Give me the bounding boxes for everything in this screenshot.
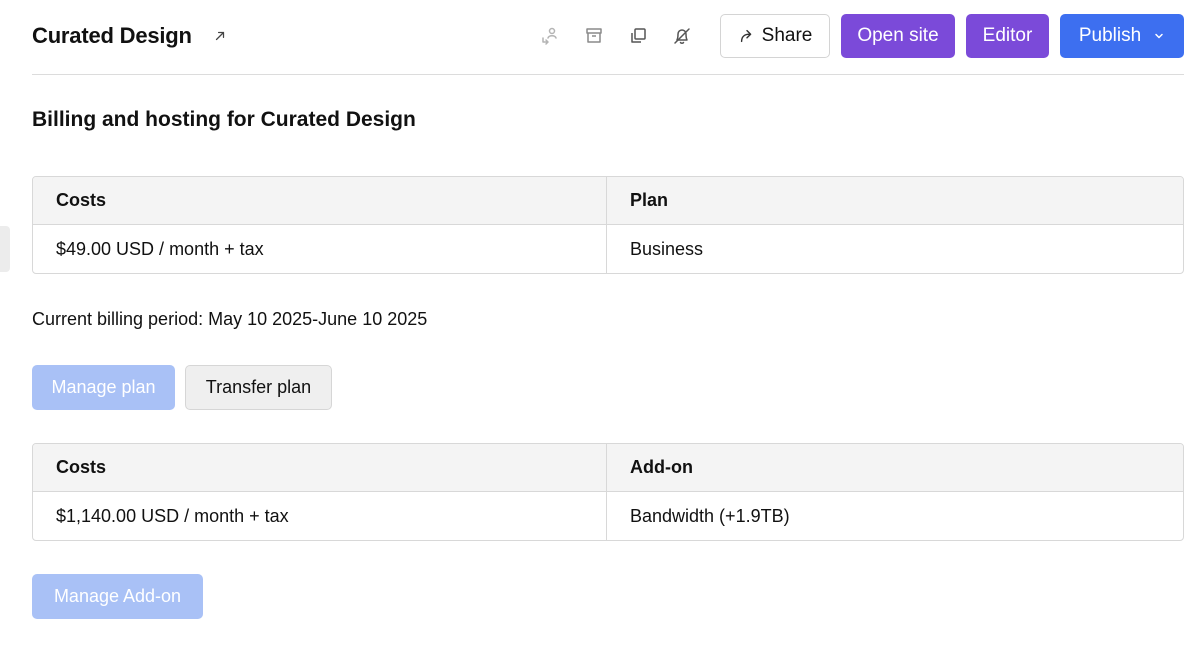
page-title: Billing and hosting for Curated Design [32,108,416,131]
header-divider [32,74,1184,75]
share-button[interactable]: Share [720,14,830,58]
share-arrow-icon [740,29,751,43]
addon-table: Costs Add-on $1,140.00 USD / month + tax… [32,443,1184,541]
manage-plan-button[interactable]: Manage plan [32,365,175,410]
open-site-button[interactable]: Open site [841,14,955,58]
transfer-plan-button[interactable]: Transfer plan [185,365,332,410]
chevron-down-icon [1153,30,1165,42]
column-header-plan: Plan [630,190,669,210]
column-header-costs: Costs [33,444,607,491]
column-header-addon: Add-on [630,457,693,477]
archive-icon[interactable] [578,20,610,52]
editor-button[interactable]: Editor [966,14,1049,58]
notifications-off-icon[interactable] [666,20,698,52]
billing-period-text: Current billing period: May 10 2025-June… [32,309,428,329]
table-row: $49.00 USD / month + tax Business [33,225,1183,273]
plan-table: Costs Plan $49.00 USD / month + tax Busi… [32,176,1184,274]
addon-cost-cell: $1,140.00 USD / month + tax [33,492,607,540]
plan-cost-cell: $49.00 USD / month + tax [33,225,607,273]
duplicate-icon[interactable] [622,20,654,52]
site-header: Curated Design Share Open site Editor Pu… [32,14,1184,58]
left-panel-tab[interactable] [0,226,10,272]
external-link-icon[interactable] [210,26,230,46]
table-row: $1,140.00 USD / month + tax Bandwidth (+… [33,492,1183,540]
table-header-row: Costs Plan [33,177,1183,225]
share-label: Share [761,25,813,46]
manage-addon-button[interactable]: Manage Add-on [32,574,203,619]
plan-name-cell: Business [630,238,704,259]
transfer-icon[interactable] [534,20,566,52]
column-header-costs: Costs [33,177,607,224]
addon-name-cell: Bandwidth (+1.9TB) [630,505,790,526]
table-header-row: Costs Add-on [33,444,1183,492]
publish-button[interactable]: Publish [1060,14,1184,58]
site-title: Curated Design [32,23,192,48]
publish-label: Publish [1078,25,1142,46]
